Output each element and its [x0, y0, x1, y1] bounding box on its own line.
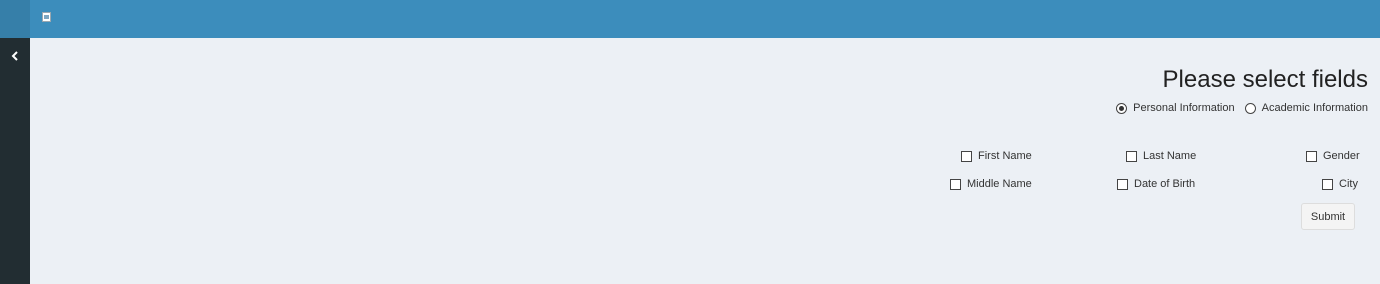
checkbox-gender[interactable]: Gender [1306, 150, 1360, 162]
radio-personal-information[interactable]: Personal Information [1116, 102, 1235, 114]
checkbox[interactable] [1322, 178, 1333, 190]
checkbox[interactable] [1306, 150, 1317, 162]
checkbox-label: Gender [1323, 150, 1360, 162]
checkbox[interactable] [1117, 178, 1128, 190]
checkbox-label: City [1339, 178, 1358, 190]
checkbox-first-name[interactable]: First Name [961, 150, 1032, 162]
checkbox[interactable] [1126, 150, 1137, 162]
checkbox-label: Middle Name [967, 178, 1032, 190]
sidebar-toggle-button[interactable] [6, 47, 24, 65]
radio-label: Academic Information [1261, 102, 1368, 114]
checkbox-label: Date of Birth [1134, 178, 1196, 190]
broken-image-icon [42, 12, 51, 22]
radio-label: Personal Information [1133, 102, 1235, 114]
checkbox-label: First Name [978, 150, 1032, 162]
sidebar [0, 0, 30, 284]
radio-button[interactable] [1244, 102, 1256, 114]
checkbox[interactable] [961, 150, 972, 162]
checkbox-last-name[interactable]: Last Name [1126, 150, 1196, 162]
field-group-radio: Personal Information Academic Informatio… [1116, 102, 1368, 114]
page-title: Please select fields [1162, 66, 1368, 93]
checkbox-date-of-birth[interactable]: Date of Birth [1117, 178, 1195, 190]
sidebar-header [0, 0, 30, 38]
checkbox-middle-name[interactable]: Middle Name [950, 178, 1032, 190]
chevron-left-icon [11, 51, 18, 61]
top-navbar [30, 0, 1380, 38]
radio-academic-information[interactable]: Academic Information [1244, 102, 1368, 114]
checkbox[interactable] [950, 178, 961, 190]
checkbox-city[interactable]: City [1322, 178, 1358, 190]
radio-button[interactable] [1116, 102, 1128, 114]
submit-button[interactable]: Submit [1301, 203, 1355, 230]
checkbox-label: Last Name [1143, 150, 1197, 162]
